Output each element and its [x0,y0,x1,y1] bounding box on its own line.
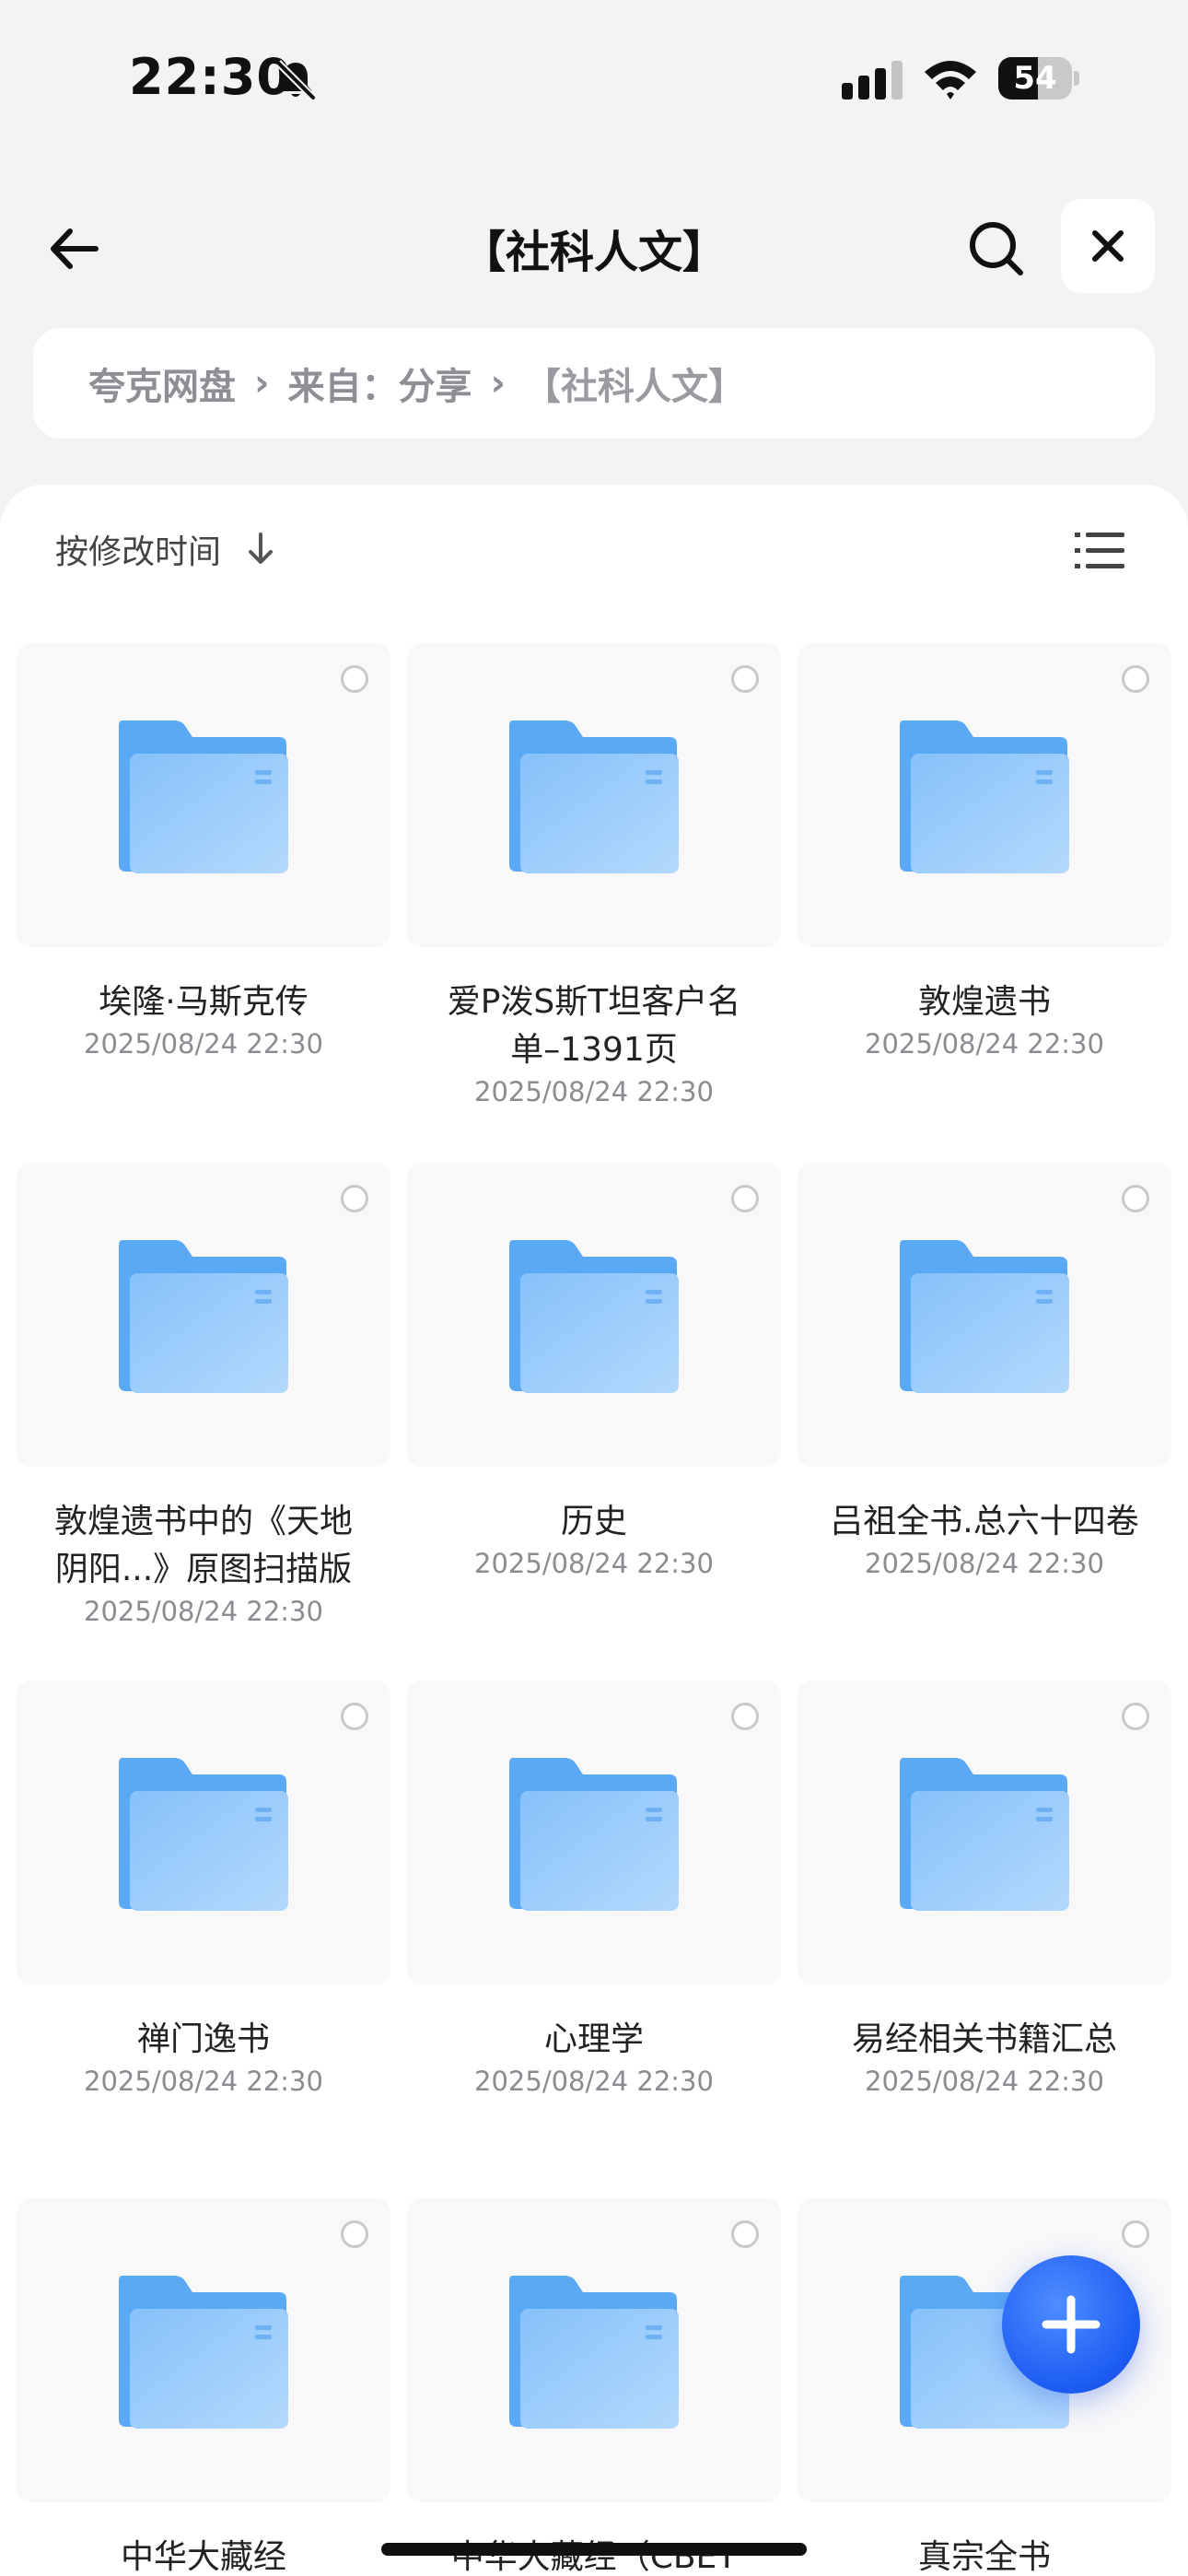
folder-date: 2025/08/24 22:30 [84,1596,323,1627]
search-button[interactable] [958,210,1035,287]
folder-thumbnail [798,1163,1171,1467]
folder-tile[interactable]: 吕祖全书.总六十四卷 2025/08/24 22:30 [798,1163,1171,1660]
folder-date: 2025/08/24 22:30 [474,2066,714,2097]
folder-date: 2025/08/24 22:30 [474,1548,714,1579]
folder-thumbnail [798,1680,1171,1985]
folder-tile[interactable]: 心理学 2025/08/24 22:30 [407,1680,781,2178]
status-bar: 22:30 54 [0,0,1188,157]
folder-name: 敦煌遗书 [917,983,1051,1021]
folder-tile[interactable]: 敦煌遗书中的《天地阴阳...》原图扫描版 2025/08/24 22:30 [17,1163,390,1660]
select-checkbox[interactable] [731,665,759,693]
home-indicator [381,2543,807,2556]
bell-muted-icon [275,60,316,100]
folder-tile[interactable]: 埃隆·马斯克传 2025/08/24 22:30 [17,643,390,1141]
folder-icon [900,1758,1069,1911]
folder-icon [900,1240,1069,1393]
folder-icon [509,1758,679,1911]
folder-icon [119,1240,288,1393]
select-checkbox[interactable] [1122,665,1149,693]
folder-tile[interactable]: 爱P泼S斯T坦客户名单–1391页 2025/08/24 22:30 [407,643,781,1141]
nav-bar: 【社科人文】 [0,184,1188,313]
select-checkbox[interactable] [341,665,368,693]
select-checkbox[interactable] [1122,1703,1149,1730]
folder-icon [509,1240,679,1393]
folder-thumbnail [798,643,1171,947]
folder-date: 2025/08/24 22:30 [865,1548,1104,1579]
folder-thumbnail [17,2198,390,2502]
folder-thumbnail [407,1680,781,1985]
select-checkbox[interactable] [731,2220,759,2248]
folder-date: 2025/08/24 22:30 [865,2066,1104,2097]
search-icon [970,222,1023,275]
folder-date: 2025/08/24 22:30 [865,1028,1104,1060]
folder-name: 敦煌遗书中的《天地阴阳...》原图扫描版 [53,1503,353,1588]
breadcrumb-item-current: 【社科人文】 [523,366,745,408]
folder-name: 爱P泼S斯T坦客户名单–1391页 [447,983,741,1069]
folder-tile[interactable]: 历史 2025/08/24 22:30 [407,1163,781,1660]
folder-icon [900,720,1069,873]
folder-name: 埃隆·马斯克传 [99,983,309,1021]
select-checkbox[interactable] [341,2220,368,2248]
folder-date: 2025/08/24 22:30 [474,1076,714,1107]
folder-name: 真宗全书 [917,2538,1051,2576]
folder-thumbnail [407,1163,781,1467]
breadcrumb: 夸克网盘 › 来自：分享 › 【社科人文】 [33,328,1155,439]
folder-icon [119,2276,288,2429]
folder-tile[interactable]: 易经相关书籍汇总 2025/08/24 22:30 [798,1680,1171,2178]
select-checkbox[interactable] [731,1703,759,1730]
folder-icon [509,2276,679,2429]
status-time: 22:30 [129,48,292,106]
folder-name: 禅门逸书 [136,2020,270,2058]
folder-thumbnail [17,643,390,947]
add-button[interactable] [1002,2255,1140,2394]
list-view-button[interactable] [1072,523,1127,579]
sort-arrow-icon [249,533,274,564]
back-button[interactable] [37,212,111,286]
folder-icon [119,1758,288,1911]
folder-date: 2025/08/24 22:30 [84,1028,323,1060]
wifi-icon [925,61,976,100]
folder-thumbnail [17,1163,390,1467]
select-checkbox[interactable] [341,1703,368,1730]
select-checkbox[interactable] [1122,2220,1149,2248]
folder-name: 心理学 [543,2020,644,2058]
folder-name: 易经相关书籍汇总 [851,2020,1117,2058]
folder-thumbnail [17,1680,390,1985]
breadcrumb-separator: › [254,362,270,404]
folder-tile[interactable]: 中华大藏经 [17,2198,390,2576]
list-view-icon [1075,533,1124,568]
folder-icon [119,720,288,873]
signal-icon [842,61,903,100]
file-list-panel: 按修改时间 埃隆·马斯克传 2025/08/24 22:30 爱P泼S斯T坦客户… [0,485,1188,2576]
folder-icon [509,720,679,873]
sort-bar: 按修改时间 [0,485,1188,614]
select-checkbox[interactable] [341,1185,368,1212]
sort-button[interactable]: 按修改时间 [55,525,276,573]
breadcrumb-item-share[interactable]: 来自：分享 [287,357,472,410]
folder-date: 2025/08/24 22:30 [84,2066,323,2097]
folder-thumbnail [407,2198,781,2502]
folder-name: 中华大藏经 [120,2538,286,2576]
folder-tile[interactable]: 敦煌遗书 2025/08/24 22:30 [798,643,1171,1141]
back-arrow-icon [51,228,99,269]
select-checkbox[interactable] [731,1185,759,1212]
folder-name: 吕祖全书.总六十四卷 [830,1503,1139,1540]
folder-thumbnail [407,643,781,947]
close-button[interactable] [1061,199,1155,293]
breadcrumb-item-root[interactable]: 夸克网盘 [88,357,236,410]
close-icon [1092,230,1124,262]
breadcrumb-separator: › [490,362,506,404]
battery-indicator: 54 [998,57,1081,101]
folder-tile[interactable]: 中华大藏经（CBET [407,2198,781,2576]
battery-level: 54 [1013,60,1057,97]
folder-name: 历史 [560,1503,627,1540]
sort-label: 按修改时间 [55,533,222,571]
folder-tile[interactable]: 真宗全书 [798,2198,1171,2576]
select-checkbox[interactable] [1122,1185,1149,1212]
plus-icon [1042,2295,1101,2354]
folder-tile[interactable]: 禅门逸书 2025/08/24 22:30 [17,1680,390,2178]
